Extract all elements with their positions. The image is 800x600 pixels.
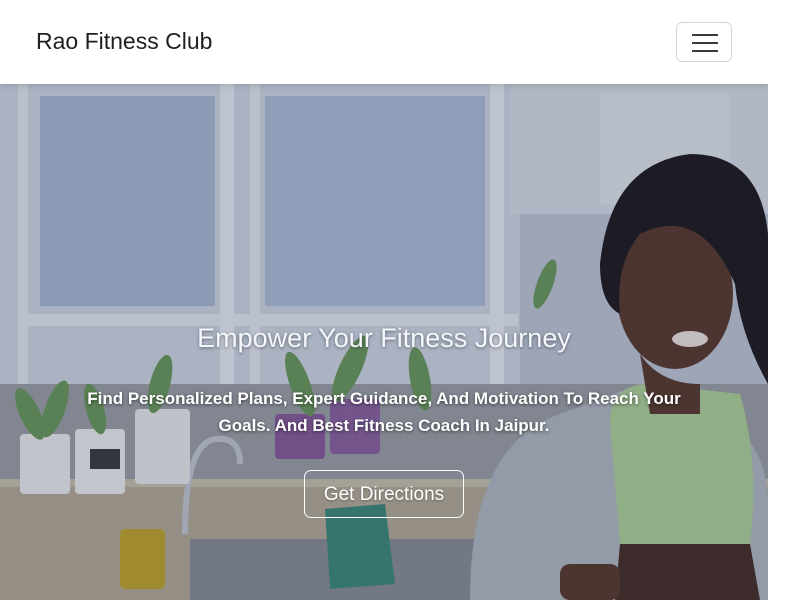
hero-subtitle: Find Personalized Plans, Expert Guidance…	[87, 389, 681, 435]
navbar-brand[interactable]: Rao Fitness Club	[36, 25, 212, 57]
scrollbar-gutter	[768, 0, 800, 600]
hero-section: Empower Your Fitness Journey Find Person…	[0, 84, 768, 600]
page: Rao Fitness Club Empower Your Fitness Jo…	[0, 0, 800, 600]
get-directions-button[interactable]: Get Directions	[304, 470, 464, 518]
hero-title: Empower Your Fitness Journey	[197, 323, 571, 353]
hamburger-menu-icon	[692, 34, 718, 52]
page-content: Rao Fitness Club Empower Your Fitness Jo…	[0, 0, 768, 600]
navbar-toggler-button[interactable]	[676, 22, 732, 62]
navbar: Rao Fitness Club	[0, 0, 768, 84]
